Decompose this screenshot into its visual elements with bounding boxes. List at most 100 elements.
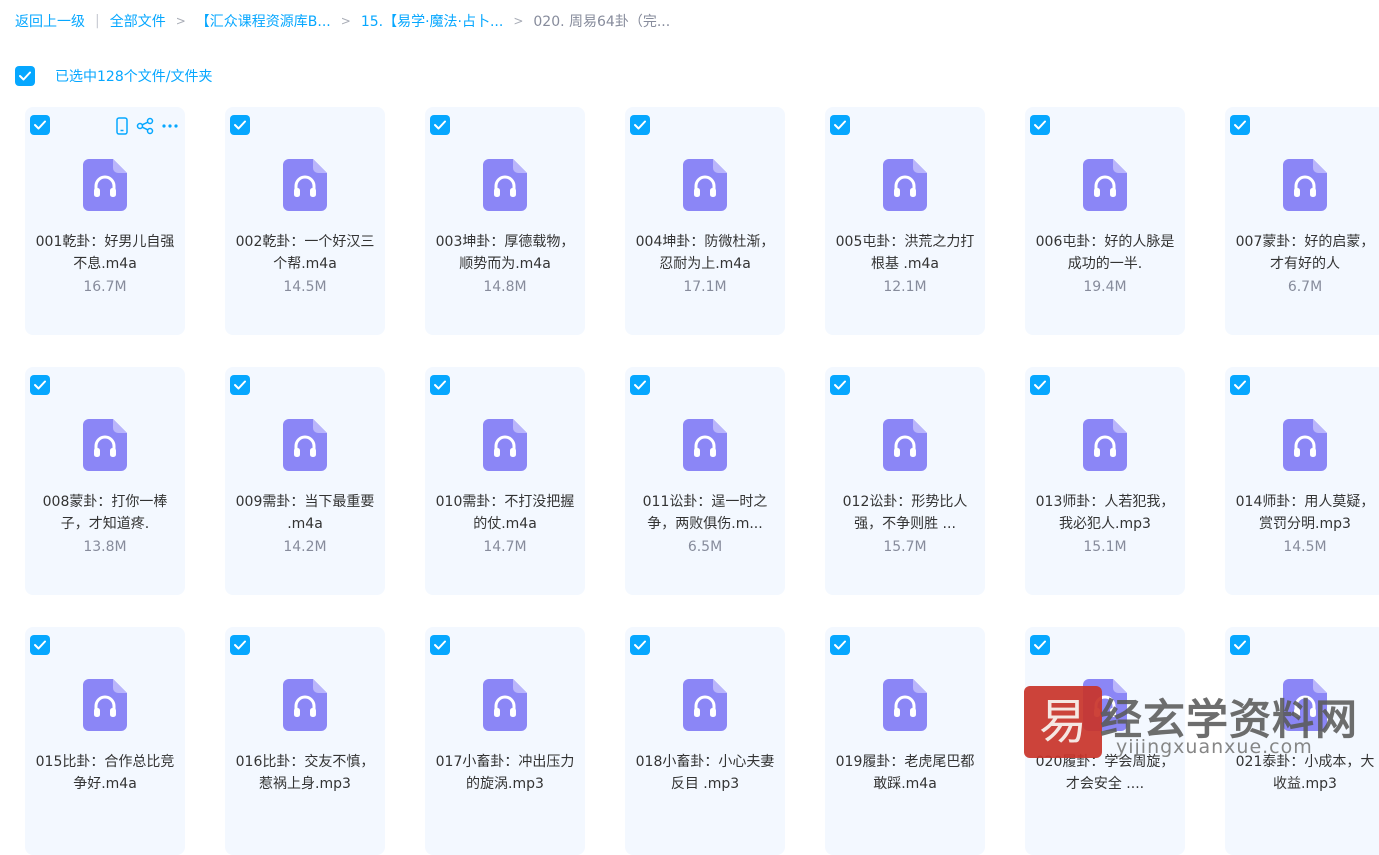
file-size: 14.7M [483,539,527,555]
audio-file-icon [1283,419,1327,471]
breadcrumb: 返回上一级 | 全部文件 > 【汇众课程资源库B... > 15.【易学·魔法·… [15,10,670,32]
file-name: 007蒙卦：好的启蒙，才有好的人 [1235,234,1375,272]
file-checkbox[interactable] [1030,375,1050,395]
audio-file-icon [683,679,727,731]
file-checkbox[interactable] [830,375,850,395]
file-checkbox[interactable] [30,375,50,395]
file-checkbox[interactable] [1230,375,1250,395]
back-link[interactable]: 返回上一级 [15,11,85,31]
file-checkbox[interactable] [1230,635,1250,655]
file-checkbox[interactable] [230,115,250,135]
file-checkbox[interactable] [630,375,650,395]
breadcrumb-divider: | [95,13,100,29]
file-card[interactable]: 007蒙卦：好的启蒙，才有好的人 6.7M [1225,107,1379,335]
file-name: 002乾卦：一个好汉三个帮.m4a [235,234,375,272]
file-card[interactable]: 018小畜卦：小心夫妻反目 .mp3 [625,627,785,855]
audio-file-icon [483,419,527,471]
chevron-right-icon: > [340,14,351,28]
file-size: 14.8M [483,279,527,295]
select-all-checkbox[interactable] [15,66,35,86]
file-size: 15.7M [883,539,927,555]
file-card[interactable]: 019履卦：老虎尾巴都敢踩.m4a [825,627,985,855]
file-checkbox[interactable] [630,115,650,135]
phone-icon[interactable] [115,117,129,135]
audio-file-icon [1083,159,1127,211]
audio-file-icon [883,159,927,211]
file-card[interactable]: 021泰卦：小成本，大收益.mp3 [1225,627,1379,855]
breadcrumb-item-folder-15[interactable]: 15.【易学·魔法·占卜... [361,11,504,31]
file-name: 005屯卦：洪荒之力打根基 .m4a [835,234,975,272]
file-card[interactable]: 016比卦：交友不慎，惹祸上身.mp3 [225,627,385,855]
file-checkbox[interactable] [1030,635,1050,655]
audio-file-icon [1283,679,1327,731]
file-size: 14.5M [283,279,327,295]
file-card[interactable]: 008蒙卦：打你一棒子，才知道疼. 13.8M [25,367,185,595]
selection-bar: 已选中128个文件/文件夹 [15,66,212,86]
file-card[interactable]: 003坤卦：厚德载物，顺势而为.m4a 14.8M [425,107,585,335]
file-size: 14.5M [1283,539,1327,555]
audio-file-icon [283,419,327,471]
file-size: 15.1M [1083,539,1127,555]
file-name: 001乾卦：好男儿自强不息.m4a [35,234,175,272]
file-card[interactable]: 020履卦：学会周旋，才会安全 .... [1025,627,1185,855]
file-card[interactable]: 005屯卦：洪荒之力打根基 .m4a 12.1M [825,107,985,335]
file-name: 008蒙卦：打你一棒子，才知道疼. [42,494,168,532]
audio-file-icon [83,419,127,471]
card-actions [115,116,179,136]
chevron-right-icon: > [513,14,524,28]
file-name: 019履卦：老虎尾巴都敢踩.m4a [835,754,975,792]
file-card[interactable]: 001乾卦：好男儿自强不息.m4a 16.7M [25,107,185,335]
audio-file-icon [1083,679,1127,731]
file-name: 009需卦：当下最重要 .m4a [235,494,375,532]
selection-count-text: 已选中128个文件/文件夹 [55,69,213,85]
file-checkbox[interactable] [1030,115,1050,135]
audio-file-icon [283,159,327,211]
file-card[interactable]: 012讼卦：形势比人强，不争则胜 ... 15.7M [825,367,985,595]
file-card[interactable]: 006屯卦：好的人脉是成功的一半. 19.4M [1025,107,1185,335]
file-card[interactable]: 017小畜卦：冲出压力的旋涡.mp3 [425,627,585,855]
file-card[interactable]: 013师卦：人若犯我，我必犯人.mp3 15.1M [1025,367,1185,595]
file-checkbox[interactable] [30,635,50,655]
file-checkbox[interactable] [830,115,850,135]
file-checkbox[interactable] [230,635,250,655]
file-checkbox[interactable] [430,115,450,135]
file-checkbox[interactable] [430,635,450,655]
file-card[interactable]: 004坤卦：防微杜渐，忍耐为上.m4a 17.1M [625,107,785,335]
file-card[interactable]: 002乾卦：一个好汉三个帮.m4a 14.5M [225,107,385,335]
file-checkbox[interactable] [1230,115,1250,135]
file-card[interactable]: 015比卦：合作总比竞争好.m4a [25,627,185,855]
file-card[interactable]: 009需卦：当下最重要 .m4a 14.2M [225,367,385,595]
file-name: 011讼卦：逞一时之争，两败俱伤.m... [642,494,768,532]
file-name: 004坤卦：防微杜渐，忍耐为上.m4a [635,234,775,272]
audio-file-icon [883,679,927,731]
file-size: 13.8M [83,539,127,555]
audio-file-icon [83,679,127,731]
file-checkbox[interactable] [830,635,850,655]
audio-file-icon [483,679,527,731]
breadcrumb-item-all-files[interactable]: 全部文件 [110,11,166,31]
file-name: 021泰卦：小成本，大收益.mp3 [1235,754,1375,792]
file-checkbox[interactable] [630,635,650,655]
file-name: 015比卦：合作总比竞争好.m4a [35,754,175,792]
file-name: 003坤卦：厚德载物，顺势而为.m4a [435,234,575,272]
file-grid: 001乾卦：好男儿自强不息.m4a 16.7M 002乾卦：一个好汉三个帮.m4… [25,107,1379,855]
file-name: 010需卦：不打没把握的仗.m4a [435,494,575,532]
audio-file-icon [683,159,727,211]
file-card[interactable]: 010需卦：不打没把握的仗.m4a 14.7M [425,367,585,595]
file-name: 018小畜卦：小心夫妻反目 .mp3 [635,754,775,792]
file-checkbox[interactable] [230,375,250,395]
file-name: 006屯卦：好的人脉是成功的一半. [1035,234,1175,272]
file-name: 020履卦：学会周旋，才会安全 .... [1035,754,1175,792]
file-size: 17.1M [683,279,727,295]
breadcrumb-item-current: 020. 周易64卦（完... [533,14,671,30]
file-card[interactable]: 011讼卦：逞一时之争，两败俱伤.m... 6.5M [625,367,785,595]
file-name: 012讼卦：形势比人强，不争则胜 ... [842,494,968,532]
file-checkbox[interactable] [430,375,450,395]
more-icon[interactable] [161,117,179,135]
file-checkbox[interactable] [30,115,50,135]
file-size: 6.7M [1287,279,1323,295]
audio-file-icon [1083,419,1127,471]
file-card[interactable]: 014师卦：用人莫疑，赏罚分明.mp3 14.5M [1225,367,1379,595]
breadcrumb-item-resource-library[interactable]: 【汇众课程资源库B... [196,11,331,31]
share-icon[interactable] [136,117,154,135]
